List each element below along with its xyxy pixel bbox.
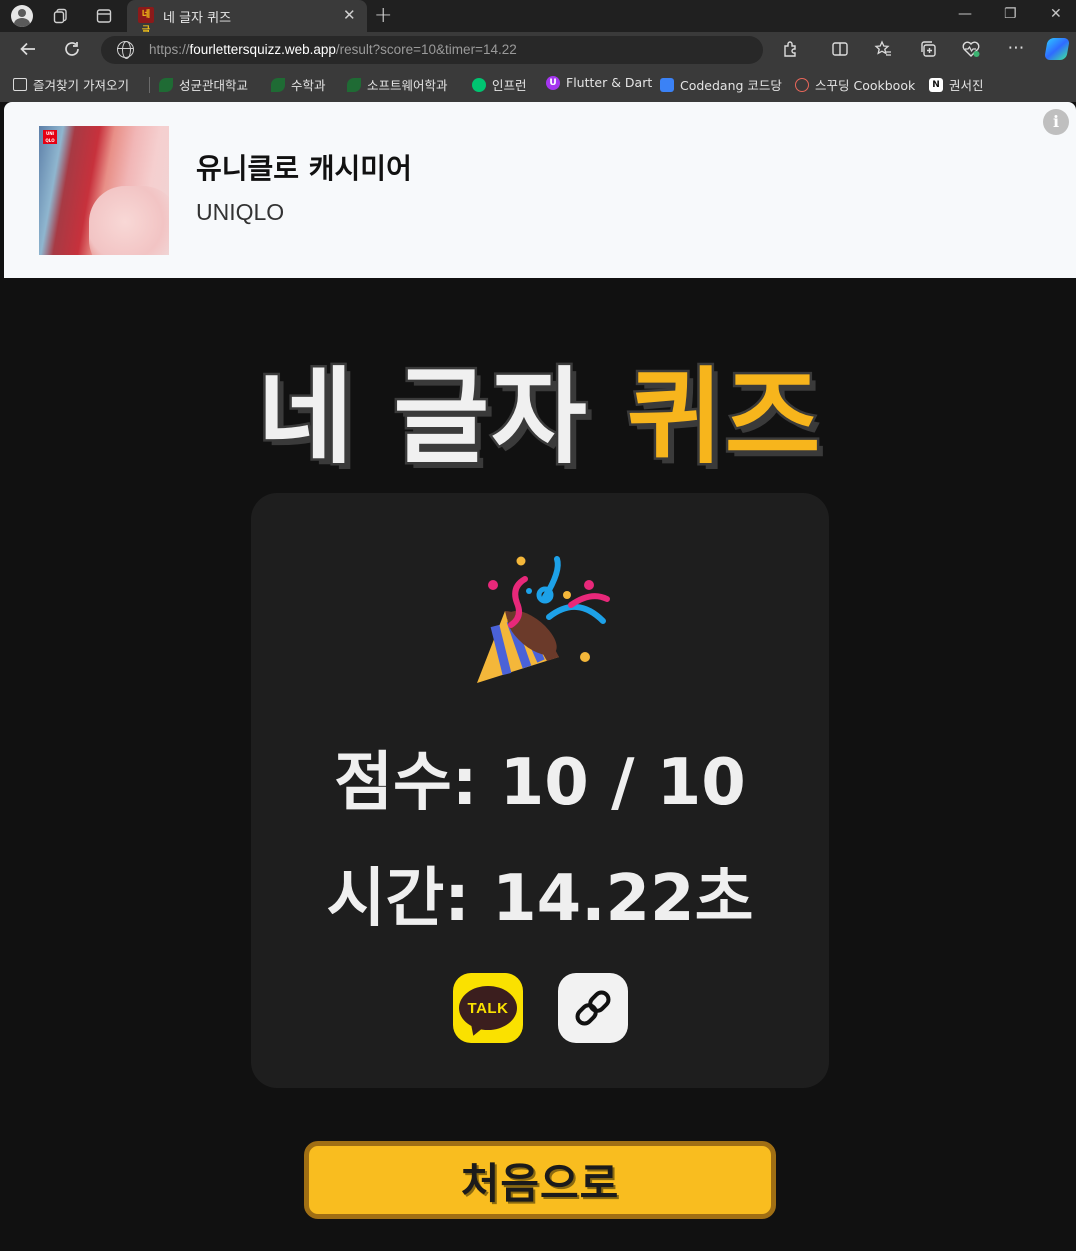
user-icon (11, 5, 33, 27)
new-tab-icon[interactable]: + (374, 3, 392, 28)
close-tab-icon[interactable]: ✕ (343, 6, 356, 24)
address-bar[interactable]: https://fourlettersquizz.web.app/result?… (101, 36, 763, 64)
url-text[interactable]: https://fourlettersquizz.web.app/result?… (149, 42, 517, 57)
import-favorites-icon (13, 78, 27, 91)
home-button[interactable]: 처음으로 (304, 1141, 776, 1219)
uniqlo-logo: UNI QLO (43, 130, 57, 144)
collections-icon[interactable] (917, 40, 939, 63)
notion-icon: N (929, 77, 943, 92)
minimize-icon[interactable]: — (958, 6, 972, 22)
page-content: UNI QLO 유니클로 캐시미어 UNIQLO i 네 글자 퀴즈 점수: 1… (4, 102, 1076, 1251)
ad-title[interactable]: 유니클로 캐시미어 (196, 147, 412, 187)
bookmarks-bar: 즐겨찾기 가져오기 성균관대학교 수학과 소프트웨어학과 인프런 U Flutt… (0, 68, 1076, 102)
link-icon (575, 990, 611, 1026)
bookmark-import[interactable]: 즐겨찾기 가져오기 (13, 75, 129, 94)
refresh-icon[interactable] (61, 40, 83, 63)
bookmark-separator (149, 77, 150, 93)
browser-essentials-icon[interactable] (960, 40, 982, 63)
bookmark-math[interactable]: 수학과 (271, 75, 326, 94)
score-text: 점수: 10 / 10 (334, 746, 746, 820)
ad-banner[interactable]: UNI QLO 유니클로 캐시미어 UNIQLO i (4, 102, 1076, 278)
skku-icon (347, 77, 361, 92)
bookmark-skku[interactable]: 성균관대학교 (159, 75, 248, 94)
home-button-label: 처음으로 (460, 1158, 620, 1208)
skku-icon (271, 77, 285, 92)
time-text: 시간: 14.22초 (326, 862, 754, 936)
cookbook-icon (795, 77, 809, 92)
bookmark-codedang[interactable]: Codedang 코드당 (660, 75, 782, 94)
inflearn-icon (472, 77, 486, 92)
ad-info-icon[interactable]: i (1043, 109, 1069, 135)
bookmark-flutter[interactable]: U Flutter & Dart (546, 75, 652, 90)
back-icon[interactable] (17, 40, 39, 63)
kakao-talk-icon: TALK (459, 986, 517, 1030)
title-plain: 네 글자 (255, 354, 628, 481)
tab-title: 네 글자 퀴즈 (163, 11, 232, 26)
copy-link-button[interactable] (558, 973, 628, 1043)
tab-actions-icon[interactable] (95, 8, 113, 24)
page-title: 네 글자 퀴즈 (4, 332, 1076, 483)
party-popper-icon (467, 551, 613, 687)
favorites-icon[interactable] (872, 40, 894, 63)
ad-product-image[interactable]: UNI QLO (39, 126, 169, 255)
title-accent: 퀴즈 (625, 354, 823, 481)
bookmark-notion[interactable]: N 권서진 (929, 75, 984, 94)
result-card: 점수: 10 / 10 시간: 14.22초 TALK (251, 493, 829, 1088)
active-tab[interactable]: 네글 네 글자 퀴즈 ✕ (127, 0, 367, 36)
site-info-icon[interactable] (117, 41, 134, 59)
bookmark-cookbook[interactable]: 스꾸딩 Cookbook (795, 75, 915, 94)
close-window-icon[interactable]: ✕ (1050, 6, 1062, 22)
split-screen-icon[interactable] (829, 40, 851, 63)
udemy-icon: U (546, 75, 560, 90)
extensions-icon[interactable] (780, 40, 802, 63)
skku-icon (159, 77, 173, 92)
codedang-icon (660, 77, 674, 92)
profile-avatar[interactable] (9, 3, 35, 29)
bookmark-software[interactable]: 소프트웨어학과 (347, 75, 448, 94)
tab-favicon: 네글 (138, 7, 154, 36)
ad-brand[interactable]: UNIQLO (196, 199, 284, 226)
tab-strip: 네글 네 글자 퀴즈 ✕ + — ❐ ✕ (0, 0, 1076, 36)
bookmark-inflearn[interactable]: 인프런 (472, 75, 527, 94)
restore-icon[interactable]: ❐ (1004, 6, 1017, 22)
kakao-share-button[interactable]: TALK (453, 973, 523, 1043)
copilot-icon[interactable] (1044, 38, 1070, 60)
more-menu-icon[interactable]: ⋯ (1005, 38, 1027, 58)
navigation-toolbar: https://fourlettersquizz.web.app/result?… (0, 32, 1076, 68)
workspaces-icon[interactable] (52, 8, 70, 24)
